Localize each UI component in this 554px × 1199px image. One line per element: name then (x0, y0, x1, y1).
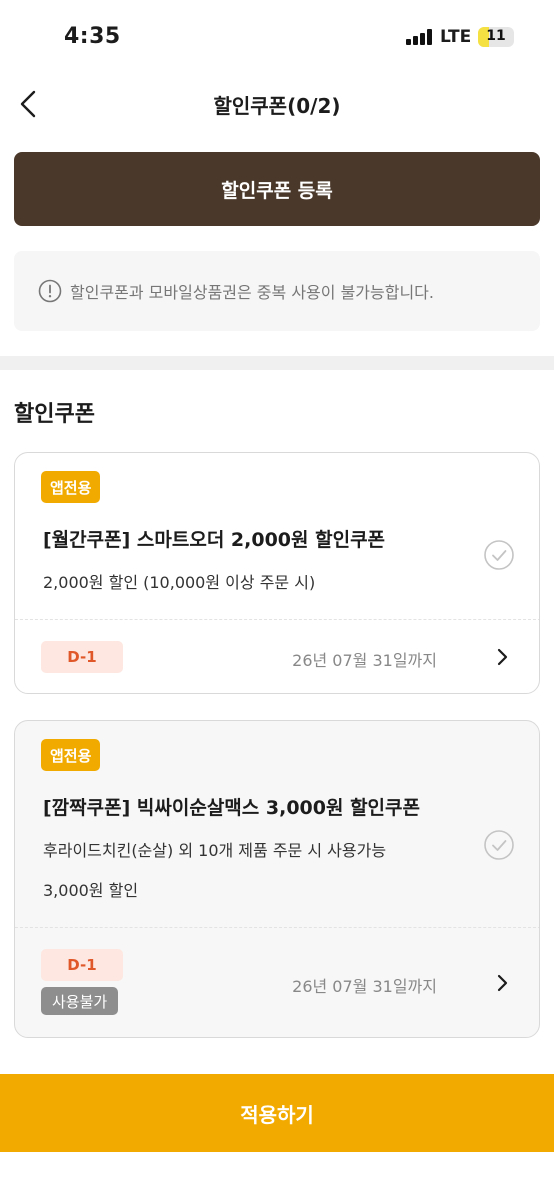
check-circle-icon (484, 830, 514, 860)
chevron-right-icon (497, 648, 508, 666)
section-divider (0, 356, 554, 370)
register-coupon-button[interactable]: 할인쿠폰 등록 (14, 152, 540, 226)
coupon-description: 2,000원 할인 (10,000원 이상 주문 시) (43, 573, 316, 592)
page-title: 할인쿠폰(0/2) (213, 94, 341, 118)
status-bar: 4:35 LTE 11 (0, 0, 554, 72)
coupon-detail-button[interactable] (489, 643, 517, 671)
app-only-tag: 앱전용 (41, 739, 101, 771)
coupon-separator (15, 927, 539, 928)
coupon-card-disabled[interactable]: 앱전용 [깜짝쿠폰] 빅싸이순살맥스 3,000원 할인쿠폰 후라이드치킨(순살… (14, 720, 540, 1038)
section-title: 할인쿠폰 (14, 402, 95, 427)
expiry-date: 26년 07월 31일까지 (292, 651, 437, 670)
coupon-card[interactable]: 앱전용 [월간쿠폰] 스마트오더 2,000원 할인쿠폰 2,000원 할인 (… (14, 452, 540, 694)
expiry-date: 26년 07월 31일까지 (292, 977, 437, 996)
dday-badge: D-1 (41, 641, 123, 673)
select-coupon-checkbox[interactable] (483, 539, 515, 571)
notice-text: 할인쿠폰과 모바일상품권은 중복 사용이 불가능합니다. (70, 283, 434, 302)
chevron-right-icon (497, 974, 508, 992)
coupon-title: [월간쿠폰] 스마트오더 2,000원 할인쿠폰 (43, 529, 386, 551)
coupon-description: 후라이드치킨(순살) 외 10개 제품 주문 시 사용가능 (43, 841, 387, 860)
battery-icon: 11 (478, 27, 514, 47)
app-only-tag: 앱전용 (41, 471, 101, 503)
notice-box: 할인쿠폰과 모바일상품권은 중복 사용이 불가능합니다. (14, 251, 540, 331)
battery-level: 11 (486, 28, 506, 44)
network-label: LTE (440, 27, 472, 47)
info-circle-icon (38, 279, 62, 303)
apply-button[interactable]: 적용하기 (0, 1074, 554, 1152)
coupon-discount: 3,000원 할인 (43, 881, 139, 900)
coupon-detail-button[interactable] (489, 969, 517, 997)
status-time: 4:35 (64, 24, 121, 49)
unavailable-badge: 사용불가 (41, 987, 119, 1015)
coupon-separator (15, 619, 539, 620)
coupon-title: [깜짝쿠폰] 빅싸이순살맥스 3,000원 할인쿠폰 (43, 797, 420, 819)
dday-badge: D-1 (41, 949, 123, 981)
top-nav: 할인쿠폰(0/2) (0, 72, 554, 136)
signal-icon (406, 29, 434, 45)
select-coupon-checkbox[interactable] (483, 829, 515, 861)
check-circle-icon (484, 540, 514, 570)
coupon-page: 4:35 LTE 11 할인쿠폰(0/2) 할인쿠폰 등록 할인쿠폰과 모바일상… (0, 0, 554, 1199)
